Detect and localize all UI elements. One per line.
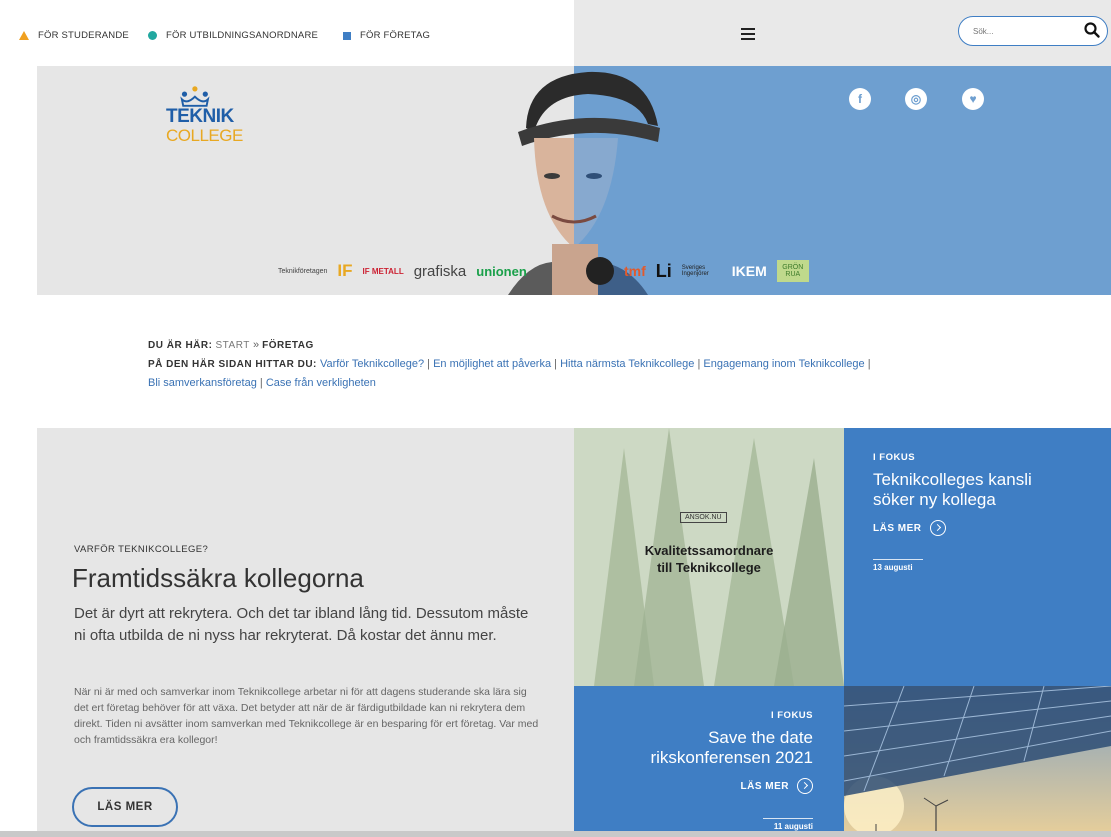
partner-logos-right: tmf Li Sveriges Ingenjörer IKEM GRÖN RUA [586,251,819,291]
partner-logo[interactable]: Sveriges Ingenjörer [682,265,722,277]
menu-icon[interactable] [741,28,755,40]
anchor-link-find-nearest[interactable]: Hitta närmsta Teknikcollege [560,358,694,370]
triangle-icon [19,31,29,40]
link-separator: | [867,358,871,370]
focus-title: Save the date rikskonferensen 2021 [650,728,813,767]
audience-nav: FÖR STUDERANDE FÖR UTBILDNINGSANORDNARE … [0,0,574,66]
logo-text-teknik[interactable]: TEKNIK [166,106,234,128]
solar-panel-image [844,686,1111,837]
intro-section: VARFÖR TEKNIKCOLLEGE? Framtidssäkra koll… [37,428,574,837]
facebook-icon[interactable]: f [849,88,871,110]
divider [873,559,923,560]
link-separator: | [697,358,701,370]
anchor-link-engagement[interactable]: Engagemang inom Teknikcollege [703,358,864,370]
partner-logo[interactable]: IF [337,261,352,281]
read-more-label: LÄS MER [873,522,922,534]
job-ad-tile[interactable]: ANSOK.NU Kvalitetssamordnare till Teknik… [574,428,844,686]
on-this-page-label: PÅ DEN HÄR SIDAN HITTAR DU: [148,359,317,370]
section-lead: Det är dyrt att rekrytera. Och det tar i… [74,605,529,644]
anchor-link-influence[interactable]: En möjlighet att påverka [433,358,551,370]
partner-logo[interactable]: GRÖN RUA [776,260,809,282]
read-more-button[interactable]: LÄS MER [72,787,178,827]
anchor-link-why[interactable]: Varför Teknikcollege? [320,358,424,370]
focus-kicker: I FOKUS [873,452,916,463]
circle-icon [148,31,157,40]
anchor-link-become-partner[interactable]: Bli samverkansföretag [148,377,257,389]
partner-logo-circle-icon[interactable] [586,257,614,285]
audience-label: FÖR UTBILDNINGSANORDNARE [166,30,319,41]
search-input[interactable] [973,23,1083,39]
partner-logo[interactable]: grafiska [414,263,467,280]
audience-label: FÖR FÖRETAG [360,30,431,41]
focus-date: 11 augusti [773,822,813,831]
on-this-page: PÅ DEN HÄR SIDAN HITTAR DU: Varför Tekni… [148,355,1048,393]
link-separator: | [554,358,558,370]
ad-tag: ANSOK.NU [680,512,727,523]
breadcrumb-label: DU ÄR HÄR: [148,340,213,351]
breadcrumb-link-start[interactable]: START [216,340,250,351]
solar-image-tile[interactable] [844,686,1111,837]
focus-read-more-link[interactable]: LÄS MER [873,520,946,536]
section-body: När ni är med och samverkar inom Teknikc… [74,686,539,746]
partner-logo[interactable]: IF METALL [363,267,404,276]
bottom-strip [0,831,1111,837]
partner-logo[interactable]: unionen [476,264,527,279]
focus-kicker: I FOKUS [770,710,813,721]
focus-title: Teknikcolleges kansli söker ny kollega [873,470,1032,509]
ad-title-line: till Teknikcollege [657,560,761,575]
chevron-right-icon [797,778,813,794]
focus-date: 13 augusti [873,563,913,572]
link-separator: | [427,358,431,370]
page: FÖR STUDERANDE FÖR UTBILDNINGSANORDNARE … [0,0,1111,837]
search-icon[interactable] [1083,21,1101,39]
breadcrumb-separator: » [252,339,260,351]
ad-title-line: Kvalitetssamordnare [644,543,774,558]
search-box [958,16,1108,46]
breadcrumb: DU ÄR HÄR: START » FÖRETAG PÅ DEN HÄR SI… [148,336,1048,393]
focus-card-2[interactable]: I FOKUS Save the date rikskonferensen 20… [574,686,844,837]
divider [763,818,813,819]
hero-banner: TEKNIK COLLEGE f ◎ ♥ Teknikföretagen IF [0,66,1111,295]
anchor-link-cases[interactable]: Case från verkligheten [266,377,376,389]
audience-label: FÖR STUDERANDE [38,30,129,41]
square-icon [343,31,351,40]
link-separator: | [259,377,263,389]
focus-read-more-link[interactable]: LÄS MER [740,778,813,794]
chevron-right-icon [929,520,946,536]
section-kicker: VARFÖR TEKNIKCOLLEGE? [74,544,209,555]
logo-text-college[interactable]: COLLEGE [166,126,243,146]
audience-link-companies[interactable]: FÖR FÖRETAG [343,30,430,41]
focus-card-1[interactable]: I FOKUS Teknikcolleges kansli söker ny k… [844,428,1111,686]
partner-logo[interactable]: Teknikföretagen [278,268,327,275]
partner-logos-left: Teknikföretagen IF IF METALL grafiska un… [278,251,537,291]
audience-link-education-providers[interactable]: FÖR UTBILDNINGSANORDNARE [148,30,318,41]
instagram-icon[interactable]: ◎ [905,88,927,110]
partner-logo[interactable]: tmf [624,263,646,279]
ad-title: Kvalitetssamordnare till Teknikcollege [574,542,844,576]
breadcrumb-trail: DU ÄR HÄR: START » FÖRETAG [148,336,1048,355]
top-bar: FÖR STUDERANDE FÖR UTBILDNINGSANORDNARE … [0,0,1111,66]
partner-logo[interactable]: IKEM [732,263,767,279]
read-more-label: LÄS MER [740,780,789,792]
section-title: Framtidssäkra kollegorna [72,563,364,593]
breadcrumb-current: FÖRETAG [262,340,314,351]
audience-link-students[interactable]: FÖR STUDERANDE [19,30,129,41]
twitter-icon[interactable]: ♥ [962,88,984,110]
partner-logo[interactable]: Li [656,261,672,282]
